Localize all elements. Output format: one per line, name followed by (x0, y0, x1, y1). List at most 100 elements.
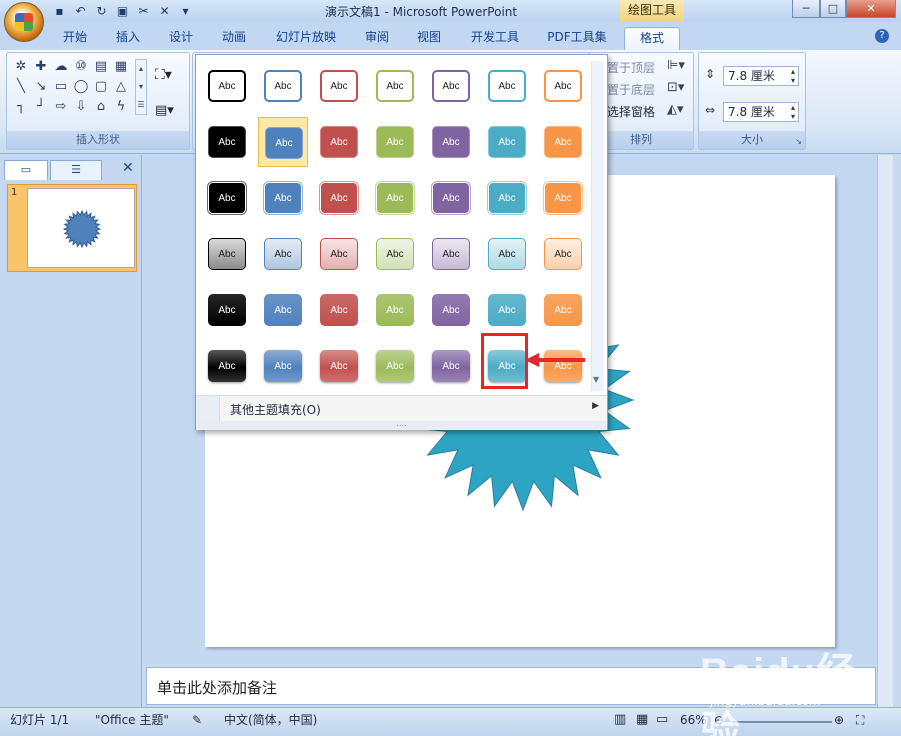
shape-style-option[interactable]: Abc (202, 61, 252, 111)
shape-style-option[interactable]: Abc (258, 61, 308, 111)
shape-style-option[interactable]: Abc (370, 285, 420, 335)
shape-style-option[interactable]: Abc (370, 173, 420, 223)
shape-style-option[interactable]: Abc (258, 341, 308, 391)
shape-style-option[interactable]: Abc (426, 61, 476, 111)
print-preview-icon[interactable]: ▣ (115, 4, 130, 19)
elbow-arrow-icon[interactable]: ┘ (31, 97, 51, 117)
shape-style-option[interactable]: Abc (258, 173, 308, 223)
align-icon[interactable]: ⊫▾ (667, 58, 685, 73)
close-button[interactable]: ✕ (846, 0, 896, 18)
tab-slide-show[interactable]: 幻灯片放映 (265, 27, 347, 50)
shape-style-option[interactable]: Abc (258, 229, 308, 279)
cut-icon[interactable]: ✂ (136, 4, 151, 19)
shapes-scroll[interactable]: ▴ ▾ ☰ (135, 59, 147, 115)
shape-style-option[interactable]: Abc (538, 173, 588, 223)
tab-insert[interactable]: 插入 (105, 27, 151, 50)
shape-style-option[interactable]: Abc (202, 173, 252, 223)
shape-style-option[interactable]: Abc (482, 229, 532, 279)
shape-style-option[interactable]: Abc (482, 61, 532, 111)
selection-pane-button[interactable]: 选择窗格 (607, 103, 655, 120)
close-pane-icon[interactable]: ✕ (122, 160, 134, 176)
shape-style-option[interactable]: Abc (370, 229, 420, 279)
shape-style-option[interactable]: Abc (202, 117, 252, 167)
number-shape-icon[interactable]: ⑩ (71, 57, 91, 77)
shape-style-option[interactable]: Abc (258, 285, 308, 335)
shape-style-option[interactable]: Abc (202, 229, 252, 279)
redo-icon[interactable]: ↻ (94, 4, 109, 19)
gallery-resize-grip[interactable]: .... (196, 420, 607, 430)
shape-style-option[interactable]: Abc (538, 61, 588, 111)
cloud-shape-icon[interactable]: ☁ (51, 57, 71, 77)
language-indicator[interactable]: 中文(简体，中国) (224, 711, 317, 729)
undo-icon[interactable]: ↶ (73, 4, 88, 19)
shape-style-option[interactable]: Abc (426, 285, 476, 335)
maximize-button[interactable]: □ (820, 0, 846, 18)
rotate-icon[interactable]: ◭▾ (667, 102, 684, 117)
slides-tab[interactable]: ▭ (4, 160, 48, 180)
shape-style-option[interactable]: Abc (370, 61, 420, 111)
gear-shape-icon[interactable]: ✲ (11, 57, 31, 77)
shape-style-option[interactable]: Abc (482, 173, 532, 223)
line-shape-icon[interactable]: ╲ (11, 77, 31, 97)
shape-style-option[interactable]: Abc (202, 285, 252, 335)
shape-width-input[interactable]: 7.8 厘米 (723, 102, 799, 122)
group-icon[interactable]: ⊡▾ (667, 80, 684, 95)
textbox-shape-icon[interactable]: ▤ (91, 57, 111, 77)
shape-style-option[interactable]: Abc (314, 61, 364, 111)
down-arrow-shape-icon[interactable]: ⇩ (71, 97, 91, 117)
shape-height-input[interactable]: 7.8 厘米 (723, 66, 799, 86)
triangle-shape-icon[interactable]: △ (111, 77, 131, 97)
bring-to-front-button[interactable]: 置于顶层 (607, 59, 655, 76)
gallery-scroll-down-icon[interactable]: ▼ (593, 375, 599, 384)
shape-style-option[interactable]: Abc (426, 341, 476, 391)
tab-design[interactable]: 设计 (158, 27, 204, 50)
rectangle-shape-icon[interactable]: ▭ (51, 77, 71, 97)
shape-style-option[interactable]: Abc (426, 173, 476, 223)
save-icon[interactable]: ▪ (52, 4, 67, 19)
shape-style-option[interactable]: Abc (538, 117, 588, 167)
tab-pdf-tools[interactable]: PDF工具集 (538, 27, 616, 50)
customize-qat-icon[interactable]: ▾ (178, 4, 193, 19)
shape-style-option[interactable]: Abc (370, 117, 420, 167)
normal-view-icon[interactable]: ▥ (614, 711, 626, 729)
slide-show-icon[interactable]: ▭ (656, 711, 668, 729)
lightning-shape-icon[interactable]: ϟ (111, 97, 131, 117)
minimize-button[interactable]: ─ (792, 0, 820, 18)
shape-style-option[interactable]: Abc (370, 341, 420, 391)
shape-style-option[interactable]: Abc (314, 285, 364, 335)
shapes-gallery[interactable]: ✲ ✚ ☁ ⑩ ▤ ▦ ╲ ↘ ▭ ◯ ▢ △ ┐ ┘ ⇨ ⇩ ⌂ ϟ (11, 57, 131, 117)
other-theme-fills-menu-item[interactable]: 其他主题填充(O) ▶ (196, 395, 607, 422)
gallery-scrollbar[interactable]: ▼ (591, 61, 604, 391)
shape-style-option[interactable]: Abc (482, 117, 532, 167)
close-file-icon[interactable]: ✕ (157, 4, 172, 19)
tab-format[interactable]: 格式 (624, 27, 680, 50)
shape-style-option[interactable]: Abc (426, 229, 476, 279)
grid-shape-icon[interactable]: ▦ (111, 57, 131, 77)
shape-style-option[interactable]: Abc (314, 173, 364, 223)
vertical-scrollbar[interactable] (877, 155, 893, 707)
shape-style-option[interactable]: Abc (314, 341, 364, 391)
outline-tab[interactable]: ☰ (50, 160, 102, 180)
shape-style-option[interactable]: Abc (314, 229, 364, 279)
tab-animations[interactable]: 动画 (211, 27, 257, 50)
height-spinner-icon[interactable]: ▴ ▾ (791, 67, 795, 85)
slide-sorter-icon[interactable]: ▦ (636, 711, 648, 729)
tab-developer[interactable]: 开发工具 (460, 27, 530, 50)
office-button[interactable] (4, 2, 44, 42)
tab-home[interactable]: 开始 (52, 27, 98, 50)
slide-thumbnail[interactable]: 1 (7, 184, 137, 272)
send-to-back-button[interactable]: 置于底层 (607, 81, 655, 98)
help-icon[interactable]: ? (875, 29, 889, 43)
tab-view[interactable]: 视图 (406, 27, 452, 50)
shape-style-option[interactable]: Abc (482, 285, 532, 335)
shape-style-option[interactable]: Abc (202, 341, 252, 391)
elbow-connector-icon[interactable]: ┐ (11, 97, 31, 117)
oval-shape-icon[interactable]: ◯ (71, 77, 91, 97)
edit-shape-icon[interactable]: ⛶▾ (155, 67, 172, 83)
rounded-rect-shape-icon[interactable]: ▢ (91, 77, 111, 97)
width-spinner-icon[interactable]: ▴ ▾ (791, 103, 795, 121)
text-box-icon[interactable]: ▤▾ (155, 103, 174, 118)
shape-style-option[interactable]: Abc (314, 117, 364, 167)
shape-style-option[interactable]: Abc (538, 285, 588, 335)
shape-style-option[interactable]: Abc (426, 117, 476, 167)
